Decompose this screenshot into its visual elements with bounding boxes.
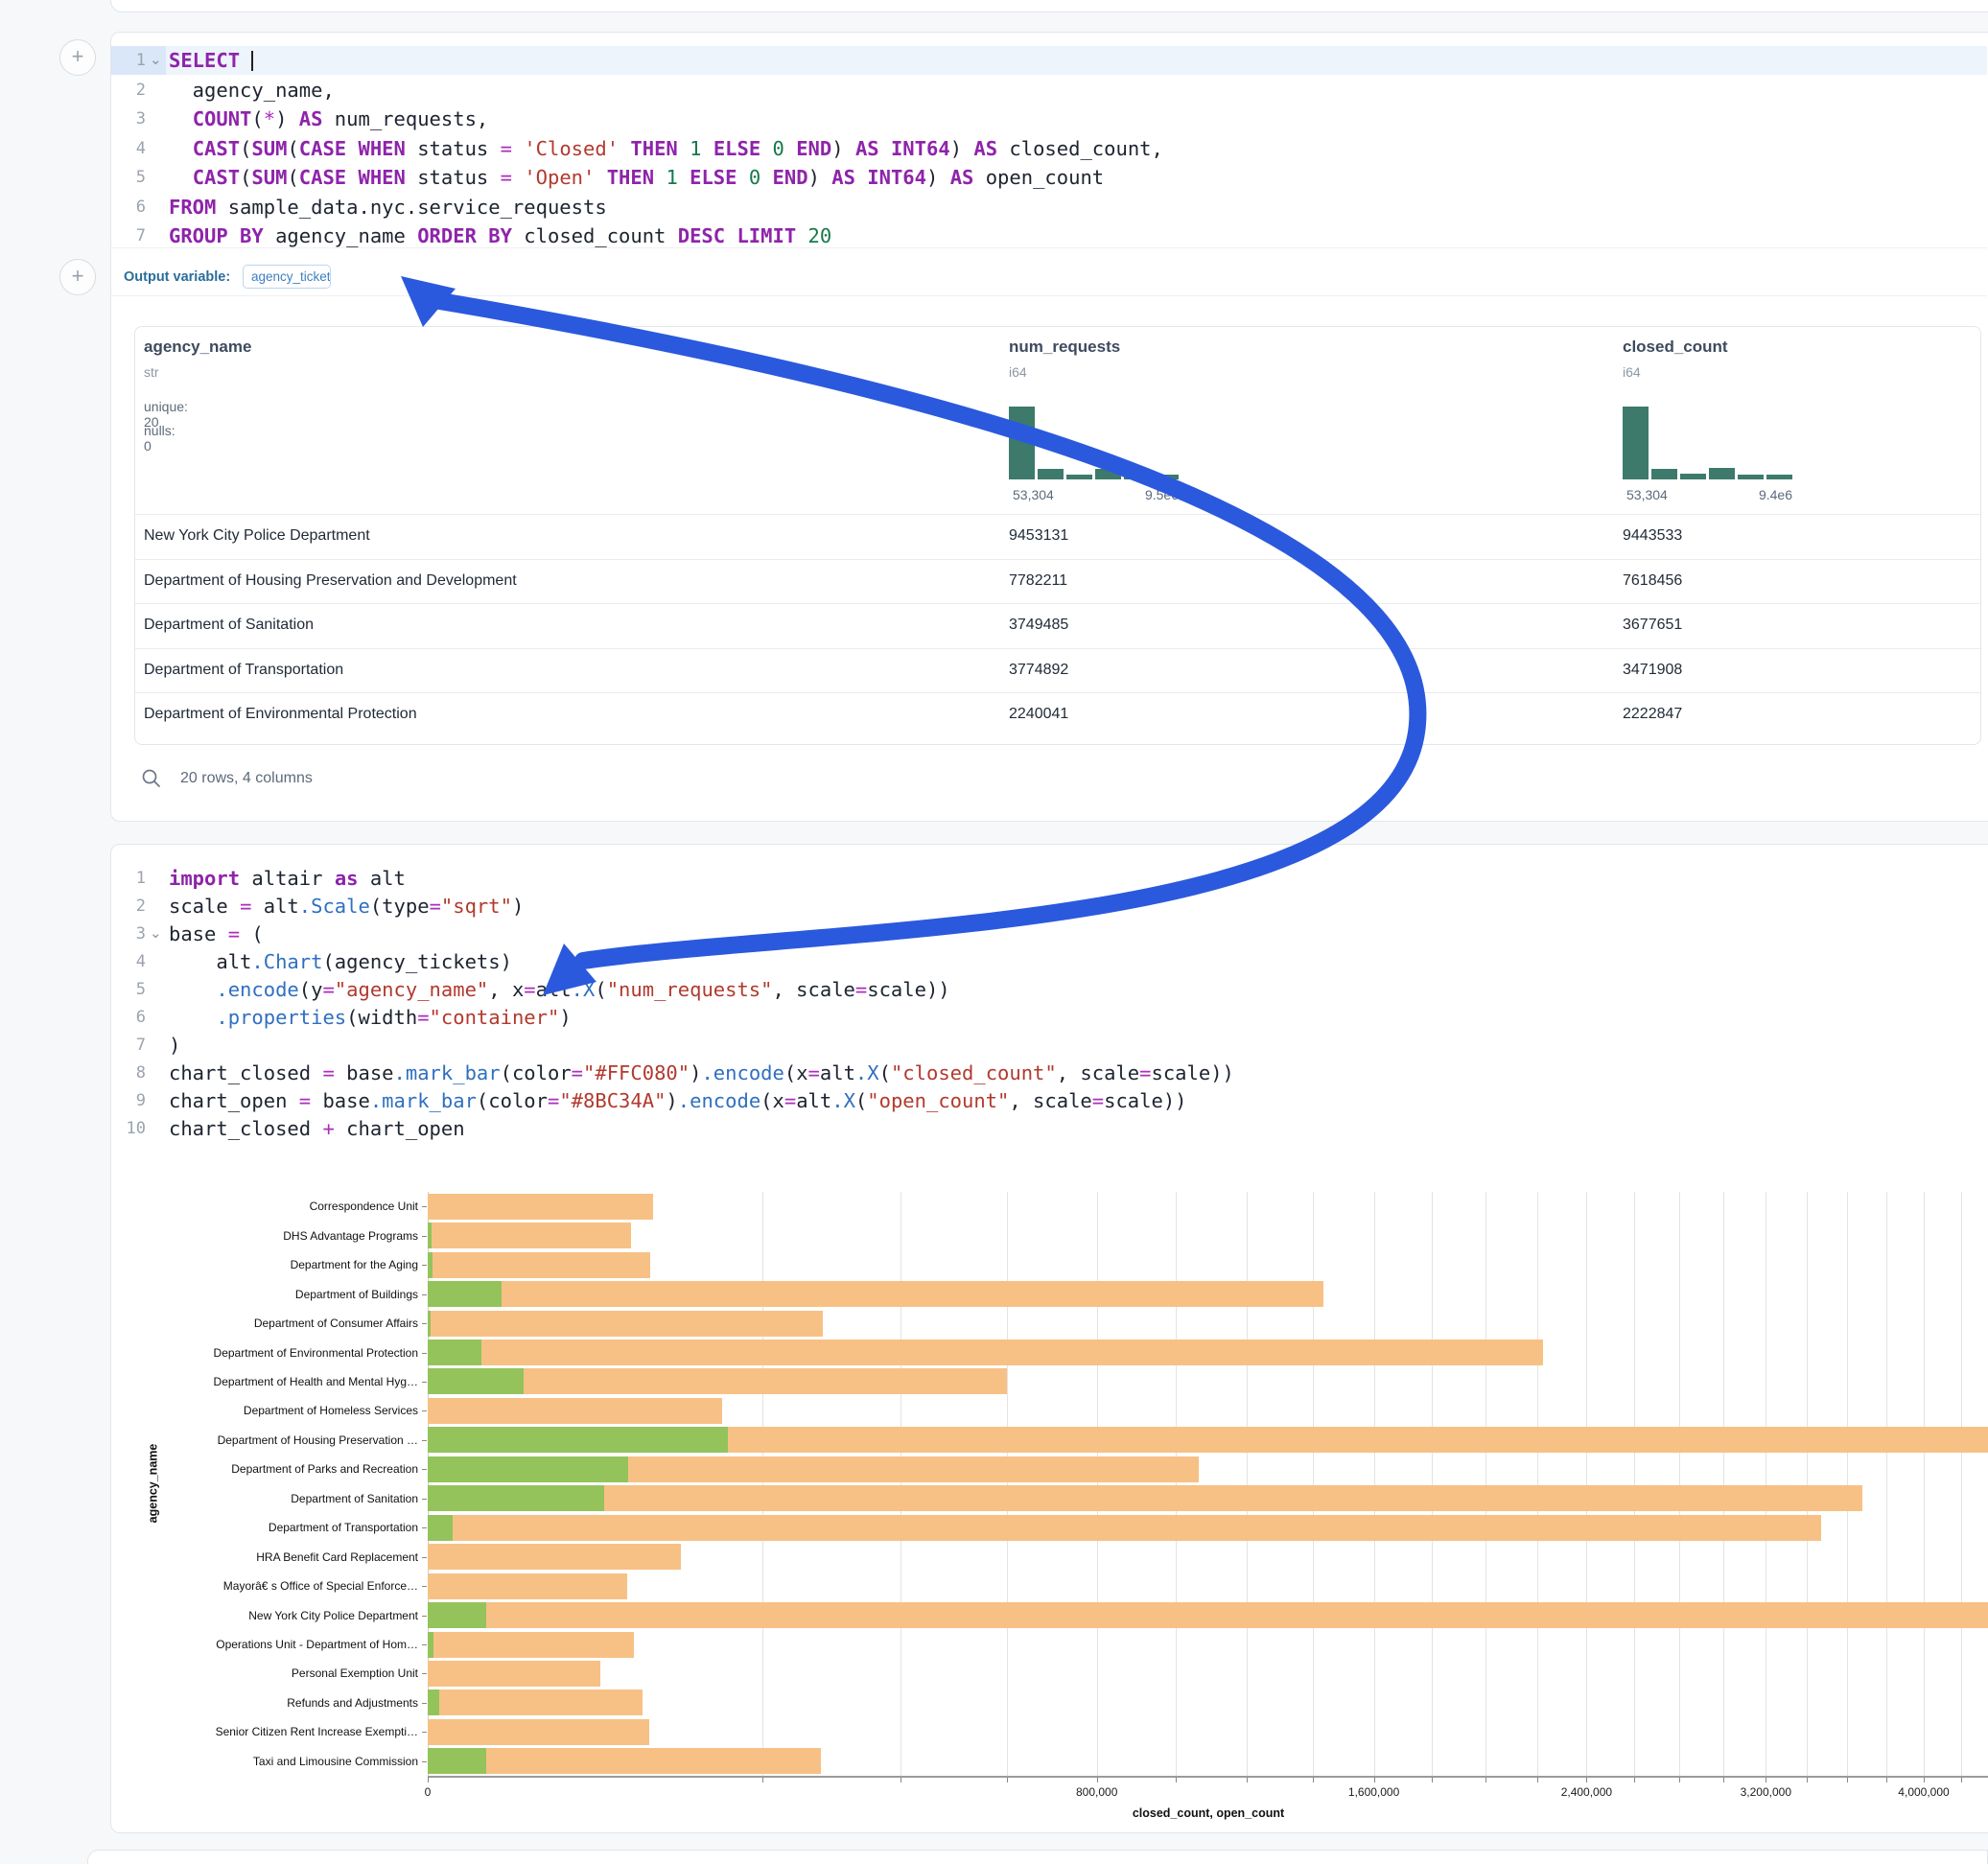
code-line: COUNT(*) AS num_requests, bbox=[169, 105, 488, 133]
code-line: chart_open = base.mark_bar(color="#8BC34… bbox=[169, 1086, 1187, 1115]
code-line: .properties(width="container") bbox=[169, 1003, 572, 1032]
column-header-num_requests[interactable]: num_requests bbox=[1009, 338, 1120, 357]
divider bbox=[111, 247, 1987, 248]
line-number: 2 bbox=[111, 76, 146, 105]
add-cell-button-top[interactable]: + bbox=[59, 39, 96, 76]
histogram-bar bbox=[1038, 469, 1064, 479]
code-line: GROUP BY agency_name ORDER BY closed_cou… bbox=[169, 221, 831, 250]
histogram-bar bbox=[1709, 468, 1735, 479]
line-number: 5 bbox=[111, 975, 146, 1004]
table-cell: Department of Sanitation bbox=[144, 603, 314, 647]
table-cell: Department of Environmental Protection bbox=[144, 692, 417, 736]
code-line: chart_closed + chart_open bbox=[169, 1114, 465, 1143]
line-number: 5 bbox=[111, 163, 146, 192]
line-number: 7 bbox=[111, 1031, 146, 1060]
column-type: i64 bbox=[1009, 364, 1027, 380]
text-cursor bbox=[251, 51, 253, 71]
line-number: 3 bbox=[111, 105, 146, 133]
histogram-bar bbox=[1766, 475, 1792, 479]
line-number: 1 bbox=[111, 46, 146, 75]
line-number: 9 bbox=[111, 1086, 146, 1115]
table-cell: 3471908 bbox=[1623, 648, 1682, 692]
histogram-min-label: 53,304 bbox=[1626, 487, 1668, 502]
previous-cell-edge bbox=[110, 0, 1988, 12]
line-number: 2 bbox=[111, 892, 146, 920]
column-header-closed_count[interactable]: closed_count bbox=[1623, 338, 1728, 357]
line-number: 4 bbox=[111, 947, 146, 976]
code-line: import altair as alt bbox=[169, 864, 406, 893]
output-variable-label: Output variable: bbox=[124, 269, 230, 285]
histogram-max-label: 9.4e6 bbox=[1716, 487, 1792, 502]
output-variable-pill[interactable]: agency_tickets bbox=[243, 265, 331, 289]
search-icon[interactable] bbox=[140, 767, 163, 790]
histogram-bar bbox=[1009, 407, 1035, 479]
line-number: 6 bbox=[111, 193, 146, 221]
code-line: agency_name, bbox=[169, 76, 335, 105]
histogram-min-label: 53,304 bbox=[1013, 487, 1054, 502]
code-line: ) bbox=[169, 1031, 180, 1060]
chevron-down-icon[interactable]: ⌄ bbox=[150, 920, 162, 948]
code-line: CAST(SUM(CASE WHEN status = 'Open' THEN … bbox=[169, 163, 1104, 192]
divider bbox=[111, 295, 1987, 296]
table-cell: 9443533 bbox=[1623, 514, 1682, 558]
line-number: 7 bbox=[111, 221, 146, 250]
table-row-count: 20 rows, 4 columns bbox=[180, 770, 313, 787]
column-type: str bbox=[144, 364, 159, 380]
line-number: 1 bbox=[111, 864, 146, 893]
table-cell: 3749485 bbox=[1009, 603, 1068, 647]
line-number: 6 bbox=[111, 1003, 146, 1032]
line-number: 3 bbox=[111, 920, 146, 948]
code-line: scale = alt.Scale(type="sqrt") bbox=[169, 892, 524, 920]
histogram-bar bbox=[1680, 474, 1706, 479]
add-cell-button-middle[interactable]: + bbox=[59, 259, 96, 295]
line-number: 10 bbox=[111, 1114, 146, 1143]
table-cell: Department of Housing Preservation and D… bbox=[144, 559, 517, 603]
column-histogram bbox=[1009, 407, 1179, 479]
column-stat: nulls: 0 bbox=[144, 423, 175, 454]
histogram-bar bbox=[1095, 469, 1121, 479]
histogram-bar bbox=[1623, 407, 1649, 479]
chevron-down-icon[interactable]: ⌄ bbox=[150, 46, 162, 75]
code-line: SELECT bbox=[169, 46, 253, 75]
code-line: base = ( bbox=[169, 920, 264, 948]
histogram-bar bbox=[1651, 469, 1677, 479]
line-number: 4 bbox=[111, 134, 146, 163]
line-number: 8 bbox=[111, 1059, 146, 1087]
histogram-bar bbox=[1738, 475, 1764, 479]
code-line: FROM sample_data.nyc.service_requests bbox=[169, 193, 607, 221]
next-cell-edge bbox=[87, 1850, 1988, 1864]
active-line-highlight bbox=[111, 46, 1987, 75]
table-cell: 7618456 bbox=[1623, 559, 1682, 603]
column-type: i64 bbox=[1623, 364, 1641, 380]
code-line: CAST(SUM(CASE WHEN status = 'Closed' THE… bbox=[169, 134, 1163, 163]
code-line: alt.Chart(agency_tickets) bbox=[169, 947, 512, 976]
code-line: chart_closed = base.mark_bar(color="#FFC… bbox=[169, 1059, 1234, 1087]
table-cell: New York City Police Department bbox=[144, 514, 370, 558]
table-cell: 9453131 bbox=[1009, 514, 1068, 558]
table-cell: 3774892 bbox=[1009, 648, 1068, 692]
histogram-max-label: 9.5e6 bbox=[1102, 487, 1179, 502]
histogram-bar bbox=[1066, 475, 1092, 479]
table-cell: 2240041 bbox=[1009, 692, 1068, 736]
table-cell: 7782211 bbox=[1009, 559, 1067, 603]
table-cell: 3677651 bbox=[1623, 603, 1682, 647]
histogram-bar bbox=[1124, 475, 1150, 479]
table-cell: 2222847 bbox=[1623, 692, 1682, 736]
column-header-agency_name[interactable]: agency_name bbox=[144, 338, 251, 357]
column-histogram bbox=[1623, 407, 1792, 479]
histogram-bar bbox=[1153, 475, 1179, 479]
table-cell: Department of Transportation bbox=[144, 648, 343, 692]
code-line: .encode(y="agency_name", x=alt.X("num_re… bbox=[169, 975, 950, 1004]
notebook-page: + + 1⌄SELECT 2 agency_name,3 COUNT(*) AS… bbox=[0, 0, 1988, 1864]
